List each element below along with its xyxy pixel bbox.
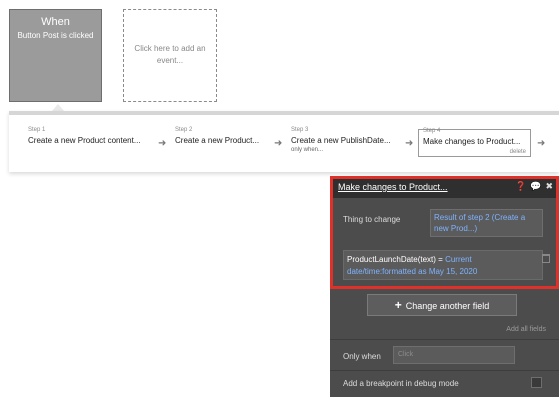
event-pointer (52, 104, 64, 111)
arrow-right-icon: ➜ (405, 138, 414, 149)
arrow-right-icon: ➜ (274, 138, 283, 149)
arrow-right-icon: ➜ (158, 138, 167, 149)
divider (330, 339, 559, 340)
steps-bar: Step 1 Create a new Product content... ➜… (9, 111, 559, 172)
step-label: Step 4 (423, 128, 441, 134)
event-title: When (41, 16, 70, 28)
step-4[interactable]: Step 4 Make changes to Product... delete (418, 128, 531, 157)
workflow-editor: When Button Post is clicked Click here t… (0, 0, 559, 397)
highlight-box (330, 176, 559, 289)
change-another-field-label: Change another field (405, 301, 490, 311)
step-3[interactable]: Step 3 Create a new PublishDate... only … (291, 127, 391, 153)
plus-icon: + (394, 298, 402, 312)
event-subtitle: Button Post is clicked (17, 31, 94, 40)
event-card[interactable]: When Button Post is clicked (9, 9, 102, 102)
step-name: Create a new Product... (175, 136, 260, 145)
add-event-button[interactable]: Click here to add an event... (123, 9, 217, 102)
step-condition: only when... (291, 147, 324, 153)
only-when-label: Only when (343, 352, 381, 361)
step-label: Step 2 (175, 127, 193, 133)
step-name: Make changes to Product... (423, 137, 521, 146)
change-another-field-button[interactable]: + Change another field (367, 294, 517, 316)
add-all-fields-link[interactable]: Add all fields (506, 326, 546, 333)
step-label: Step 1 (28, 127, 46, 133)
arrow-right-icon: ➜ (537, 138, 546, 149)
breakpoint-label: Add a breakpoint in debug mode (343, 379, 459, 388)
step-name: Create a new Product content... (28, 136, 141, 145)
step-1[interactable]: Step 1 Create a new Product content... (28, 127, 141, 145)
breakpoint-checkbox[interactable] (531, 377, 542, 388)
step-2[interactable]: Step 2 Create a new Product... (175, 127, 259, 145)
divider (330, 370, 559, 371)
step-name: Create a new PublishDate... (291, 136, 391, 145)
only-when-input[interactable]: Click (393, 346, 515, 364)
step-label: Step 3 (291, 127, 309, 133)
delete-step-link[interactable]: delete (510, 149, 526, 155)
